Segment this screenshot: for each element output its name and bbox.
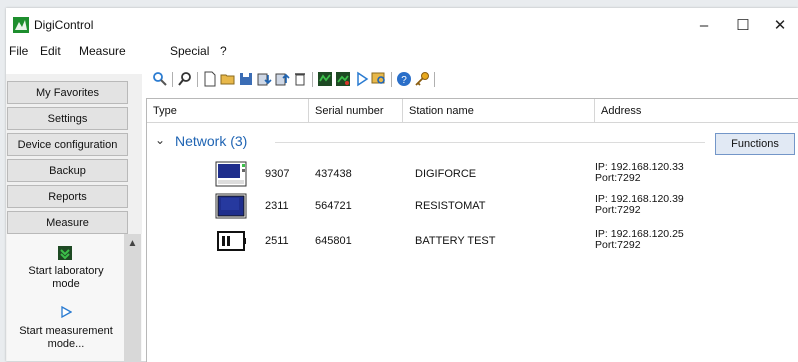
device-type: 2511: [265, 235, 289, 247]
column-header-address[interactable]: Address: [595, 99, 798, 123]
resistomat-device-icon: [215, 193, 247, 219]
scroll-up-icon[interactable]: ▲: [124, 236, 141, 250]
toolbar: ?: [144, 68, 798, 92]
menu-edit[interactable]: Edit: [40, 44, 61, 58]
digiforce-device-icon: [215, 161, 247, 187]
maximize-button[interactable]: ☐: [731, 14, 755, 36]
device-serial: 437438: [315, 168, 352, 180]
save-icon[interactable]: [238, 71, 254, 87]
new-file-icon[interactable]: [202, 71, 218, 87]
menu-help[interactable]: ?: [220, 44, 227, 58]
measure-panel: Start laboratory mode Start measurement …: [7, 234, 142, 361]
device-type: 2311: [265, 200, 289, 212]
toolbar-separator: [197, 72, 198, 87]
search-icon[interactable]: [152, 71, 168, 87]
menu-special[interactable]: Special: [170, 44, 209, 58]
help-icon[interactable]: ?: [396, 71, 412, 87]
monitor-icon[interactable]: [317, 71, 333, 87]
device-list: Type Serial number Station name Address …: [146, 98, 798, 362]
play-icon[interactable]: [61, 306, 72, 318]
sidebar-button-measure[interactable]: Measure: [7, 211, 128, 234]
device-upload-icon[interactable]: [274, 71, 290, 87]
monitor-record-icon[interactable]: [335, 71, 351, 87]
sidebar-button-my-favorites[interactable]: My Favorites: [7, 81, 128, 104]
toolbar-separator: [312, 72, 313, 87]
functions-button[interactable]: Functions: [715, 133, 795, 155]
panel-scrollbar[interactable]: [124, 234, 141, 361]
delete-icon[interactable]: [292, 71, 308, 87]
device-serial: 564721: [315, 200, 352, 212]
title-bar: DigiControl – ☐ ✕: [6, 8, 798, 40]
column-header-station-name[interactable]: Station name: [403, 99, 595, 123]
menu-measure[interactable]: Measure: [79, 44, 126, 58]
sidebar: My Favorites Settings Device configurati…: [6, 74, 142, 361]
device-serial: 645801: [315, 235, 352, 247]
sidebar-button-settings[interactable]: Settings: [7, 107, 128, 130]
close-button[interactable]: ✕: [768, 14, 792, 36]
open-folder-icon[interactable]: [220, 71, 236, 87]
sidebar-button-device-configuration[interactable]: Device configuration: [7, 133, 128, 156]
chevron-down-icon[interactable]: ⌄: [155, 133, 165, 147]
window-title: DigiControl: [34, 18, 94, 32]
start-laboratory-mode-label[interactable]: Start laboratory mode: [7, 265, 125, 291]
column-header-type[interactable]: Type: [147, 99, 309, 123]
svg-text:?: ?: [401, 75, 407, 86]
device-type: 9307: [265, 168, 290, 180]
device-station: RESISTOMAT: [415, 200, 486, 212]
device-address: IP: 192.168.120.33 Port:7292: [595, 161, 684, 184]
device-address: IP: 192.168.120.25 Port:7292: [595, 228, 684, 251]
group-divider: [275, 142, 705, 143]
menu-file[interactable]: File: [9, 44, 28, 58]
device-download-icon[interactable]: [256, 71, 272, 87]
network-group-label[interactable]: Network (3): [175, 133, 247, 149]
play-icon[interactable]: [354, 71, 370, 87]
battery-device-icon: [217, 231, 246, 251]
column-header-serial-number[interactable]: Serial number: [309, 99, 403, 123]
find-icon[interactable]: [177, 71, 193, 87]
menu-bar: File Edit Measure Special ?: [6, 40, 798, 62]
sidebar-button-backup[interactable]: Backup: [7, 159, 128, 182]
key-icon[interactable]: [414, 71, 430, 87]
device-station: BATTERY TEST: [415, 235, 496, 247]
lab-mode-icon[interactable]: [58, 246, 72, 260]
sidebar-button-reports[interactable]: Reports: [7, 185, 128, 208]
device-address: IP: 192.168.120.39 Port:7292: [595, 193, 684, 216]
app-window: DigiControl – ☐ ✕ File Edit Measure Spec…: [6, 8, 798, 362]
device-station: DIGIFORCE: [415, 168, 477, 180]
start-measurement-mode-label[interactable]: Start measurement mode...: [7, 325, 125, 351]
app-logo-icon: [13, 17, 29, 33]
minimize-button[interactable]: –: [692, 14, 716, 36]
toolbar-separator: [391, 72, 392, 87]
toolbar-separator: [434, 72, 435, 87]
toolbar-separator: [172, 72, 173, 87]
zoom-icon[interactable]: [371, 71, 387, 87]
